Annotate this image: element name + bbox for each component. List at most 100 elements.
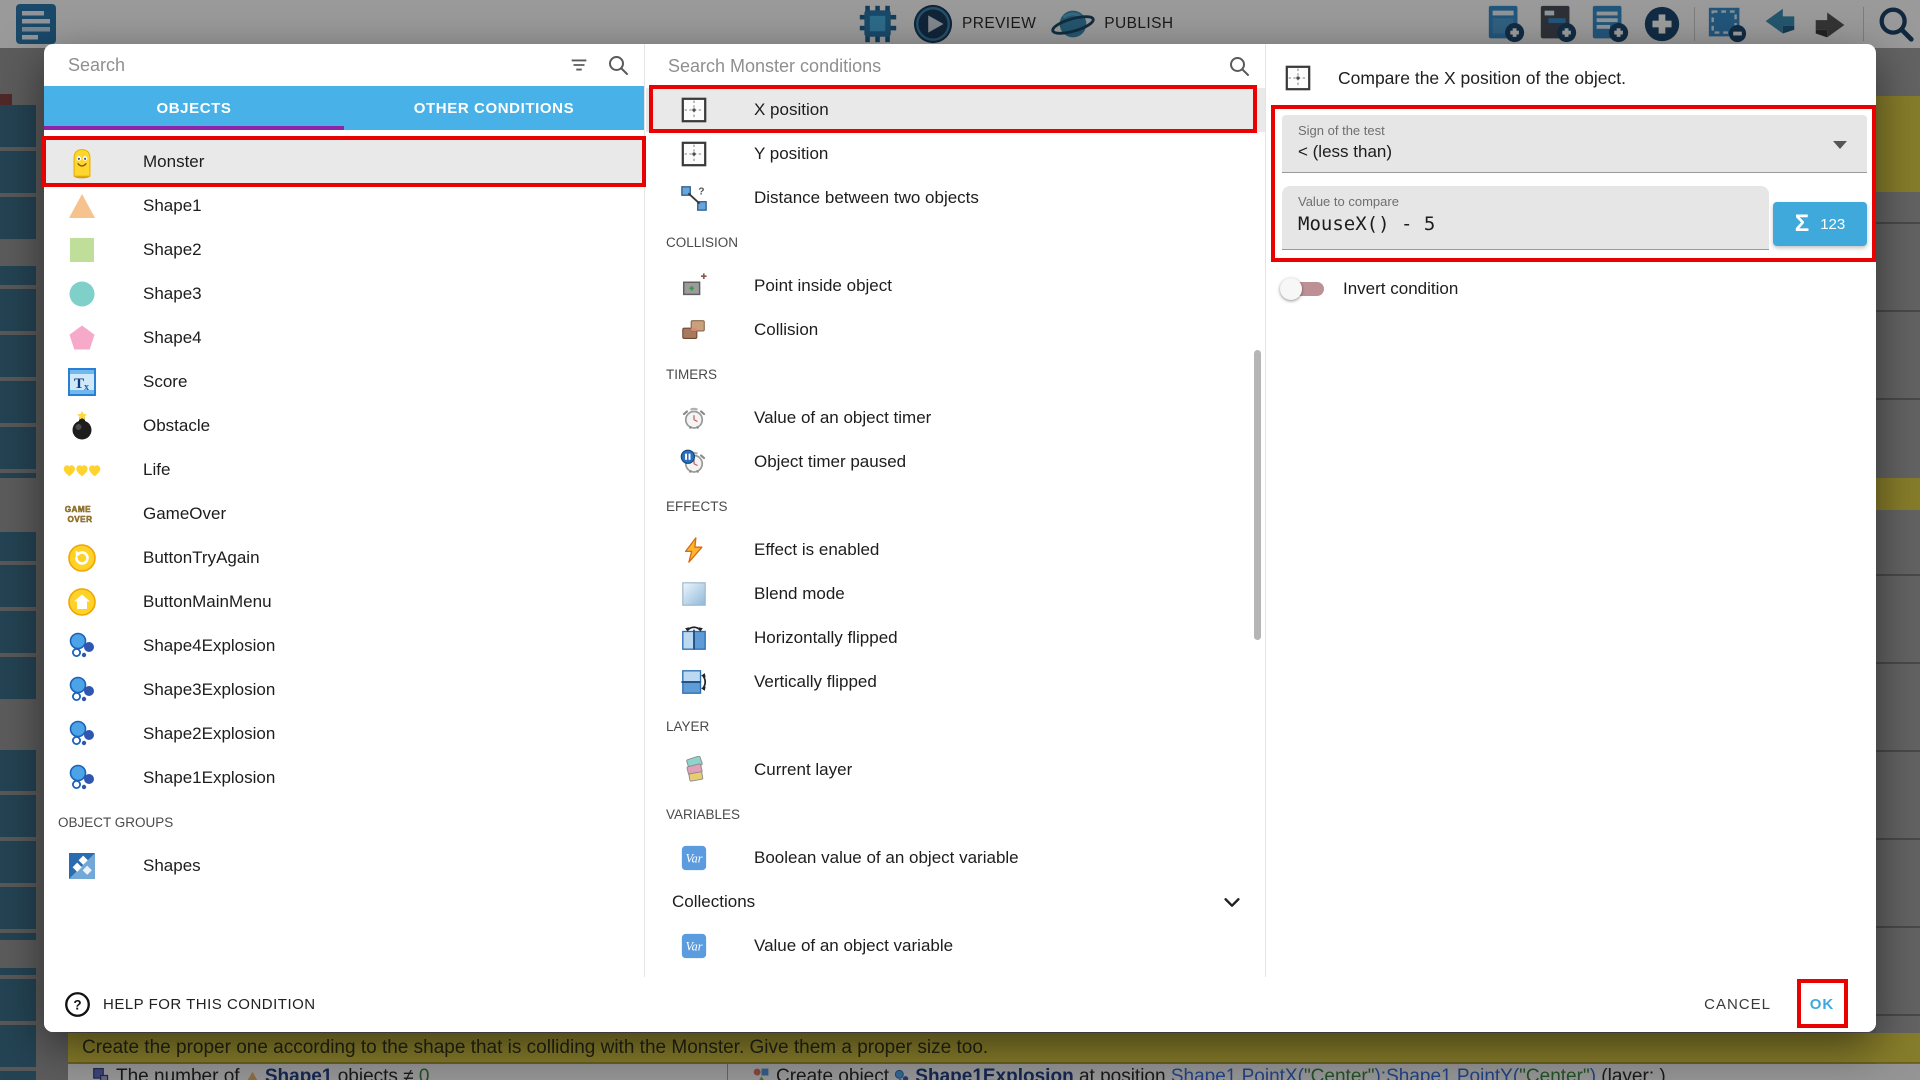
search-icon[interactable]: [1227, 54, 1251, 78]
tab-objects[interactable]: OBJECTS: [44, 86, 344, 130]
object-item-Shape2Explosion[interactable]: Shape2Explosion: [44, 712, 644, 756]
object-name: GameOver: [143, 504, 226, 524]
object-name: ButtonTryAgain: [143, 548, 260, 568]
condition-search-row: [646, 44, 1265, 88]
object-search-input[interactable]: [68, 55, 552, 76]
condition-label: Point inside object: [754, 276, 892, 296]
condition-item[interactable]: Vertically flipped: [646, 660, 1265, 704]
object-name: Shape2: [143, 240, 202, 260]
object-group-icon: [62, 851, 102, 881]
object-name: Shape1Explosion: [143, 768, 275, 788]
object-item-Shape4Explosion[interactable]: Shape4Explosion: [44, 624, 644, 668]
explosion-icon: [62, 675, 102, 705]
annotation-box-x-position: [649, 85, 1257, 133]
conditions-panel: X positionY position?Distance between tw…: [646, 44, 1265, 977]
object-name: Shape4Explosion: [143, 636, 275, 656]
explosion-icon: [62, 631, 102, 661]
collections-collapse[interactable]: Collections: [646, 880, 1265, 924]
object-item-Life[interactable]: Life: [44, 448, 644, 492]
object-name: Shape1: [143, 196, 202, 216]
svg-text:?: ?: [73, 997, 81, 1012]
collapse-label: Collections: [672, 892, 755, 912]
condition-item[interactable]: Value of an object timer: [646, 396, 1265, 440]
invert-condition-row: Invert condition: [1280, 275, 1458, 303]
layer-icon: [678, 756, 710, 784]
button-restart-icon: [62, 543, 102, 573]
object-item-Shapes[interactable]: Shapes: [44, 844, 644, 888]
condition-item[interactable]: Collision: [646, 308, 1265, 352]
point-inside-icon: [678, 272, 710, 300]
object-name: ButtonMainMenu: [143, 592, 272, 612]
object-name: Shape3Explosion: [143, 680, 275, 700]
conditions-list: X positionY position?Distance between tw…: [646, 88, 1265, 968]
condition-item[interactable]: ?Distance between two objects: [646, 176, 1265, 220]
invert-condition-toggle[interactable]: [1280, 275, 1326, 303]
condition-section-header: COLLISION: [646, 220, 1265, 264]
collision-icon: [678, 316, 710, 344]
object-item-Score[interactable]: Tx Score: [44, 360, 644, 404]
condition-item[interactable]: Blend mode: [646, 572, 1265, 616]
condition-section-header: EFFECTS: [646, 484, 1265, 528]
object-item-Shape4[interactable]: Shape4: [44, 316, 644, 360]
condition-label: Vertically flipped: [754, 672, 877, 692]
button-home-icon: [62, 587, 102, 617]
condition-item[interactable]: Horizontally flipped: [646, 616, 1265, 660]
condition-label: Collision: [754, 320, 818, 340]
gameover-icon: GAMEOVER: [62, 503, 102, 525]
timer-paused-icon: [678, 448, 710, 476]
annotation-box-monster: [42, 136, 646, 187]
condition-item[interactable]: Object timer paused: [646, 440, 1265, 484]
condition-item[interactable]: Y position: [646, 132, 1265, 176]
annotation-box-parameters: [1271, 105, 1876, 262]
scrollbar-thumb[interactable]: [1254, 350, 1261, 640]
svg-text:OVER: OVER: [67, 515, 92, 524]
var-icon: Var: [678, 844, 710, 872]
explosion-icon: [62, 719, 102, 749]
help-circle-icon: ?: [64, 991, 91, 1018]
condition-label: Effect is enabled: [754, 540, 879, 560]
object-name: Obstacle: [143, 416, 210, 436]
distance-icon: ?: [678, 184, 710, 212]
svg-text:T: T: [74, 376, 84, 392]
object-item-Shape1[interactable]: Shape1: [44, 184, 644, 228]
condition-label: Y position: [754, 144, 828, 164]
search-icon[interactable]: [606, 53, 630, 77]
condition-label: Boolean value of an object variable: [754, 848, 1019, 868]
condition-item[interactable]: Current layer: [646, 748, 1265, 792]
tab-other-conditions[interactable]: OTHER CONDITIONS: [344, 86, 644, 130]
object-item-Shape3[interactable]: Shape3: [44, 272, 644, 316]
left-tabbar: OBJECTS OTHER CONDITIONS: [44, 86, 644, 130]
condition-search-input[interactable]: [668, 56, 1217, 77]
object-item-Shape3Explosion[interactable]: Shape3Explosion: [44, 668, 644, 712]
object-item-Shape1Explosion[interactable]: Shape1Explosion: [44, 756, 644, 800]
shape-circle-icon: [62, 279, 102, 309]
condition-item[interactable]: Point inside object: [646, 264, 1265, 308]
object-item-ButtonMainMenu[interactable]: ButtonMainMenu: [44, 580, 644, 624]
condition-label: Value of an object timer: [754, 408, 931, 428]
svg-text:x: x: [84, 382, 89, 393]
cancel-button[interactable]: CANCEL: [1704, 977, 1771, 1032]
condition-item[interactable]: VarValue of an object variable: [646, 924, 1265, 968]
flip-h-icon: [678, 624, 710, 652]
condition-item[interactable]: Effect is enabled: [646, 528, 1265, 572]
svg-text:Var: Var: [686, 852, 703, 866]
help-button[interactable]: ? HELP FOR THIS CONDITION: [64, 977, 316, 1032]
condition-label: Current layer: [754, 760, 852, 780]
object-name: Shape3: [143, 284, 202, 304]
object-item-GameOver[interactable]: GAMEOVER GameOver: [44, 492, 644, 536]
object-item-ButtonTryAgain[interactable]: ButtonTryAgain: [44, 536, 644, 580]
object-search-row: [44, 44, 644, 86]
text-object-icon: Tx: [62, 367, 102, 397]
filter-icon[interactable]: [568, 54, 590, 76]
condition-section-header: TIMERS: [646, 352, 1265, 396]
help-label: HELP FOR THIS CONDITION: [103, 996, 316, 1013]
condition-item[interactable]: Var Boolean value of an object variable: [646, 836, 1265, 880]
object-item-Shape2[interactable]: Shape2: [44, 228, 644, 272]
condition-description: Compare the X position of the object.: [1338, 68, 1626, 89]
object-item-Obstacle[interactable]: Obstacle: [44, 404, 644, 448]
condition-label: Blend mode: [754, 584, 845, 604]
position-icon: [678, 140, 710, 168]
object-name: Score: [143, 372, 187, 392]
explosion-icon: [62, 763, 102, 793]
svg-text:GAME: GAME: [65, 505, 91, 514]
